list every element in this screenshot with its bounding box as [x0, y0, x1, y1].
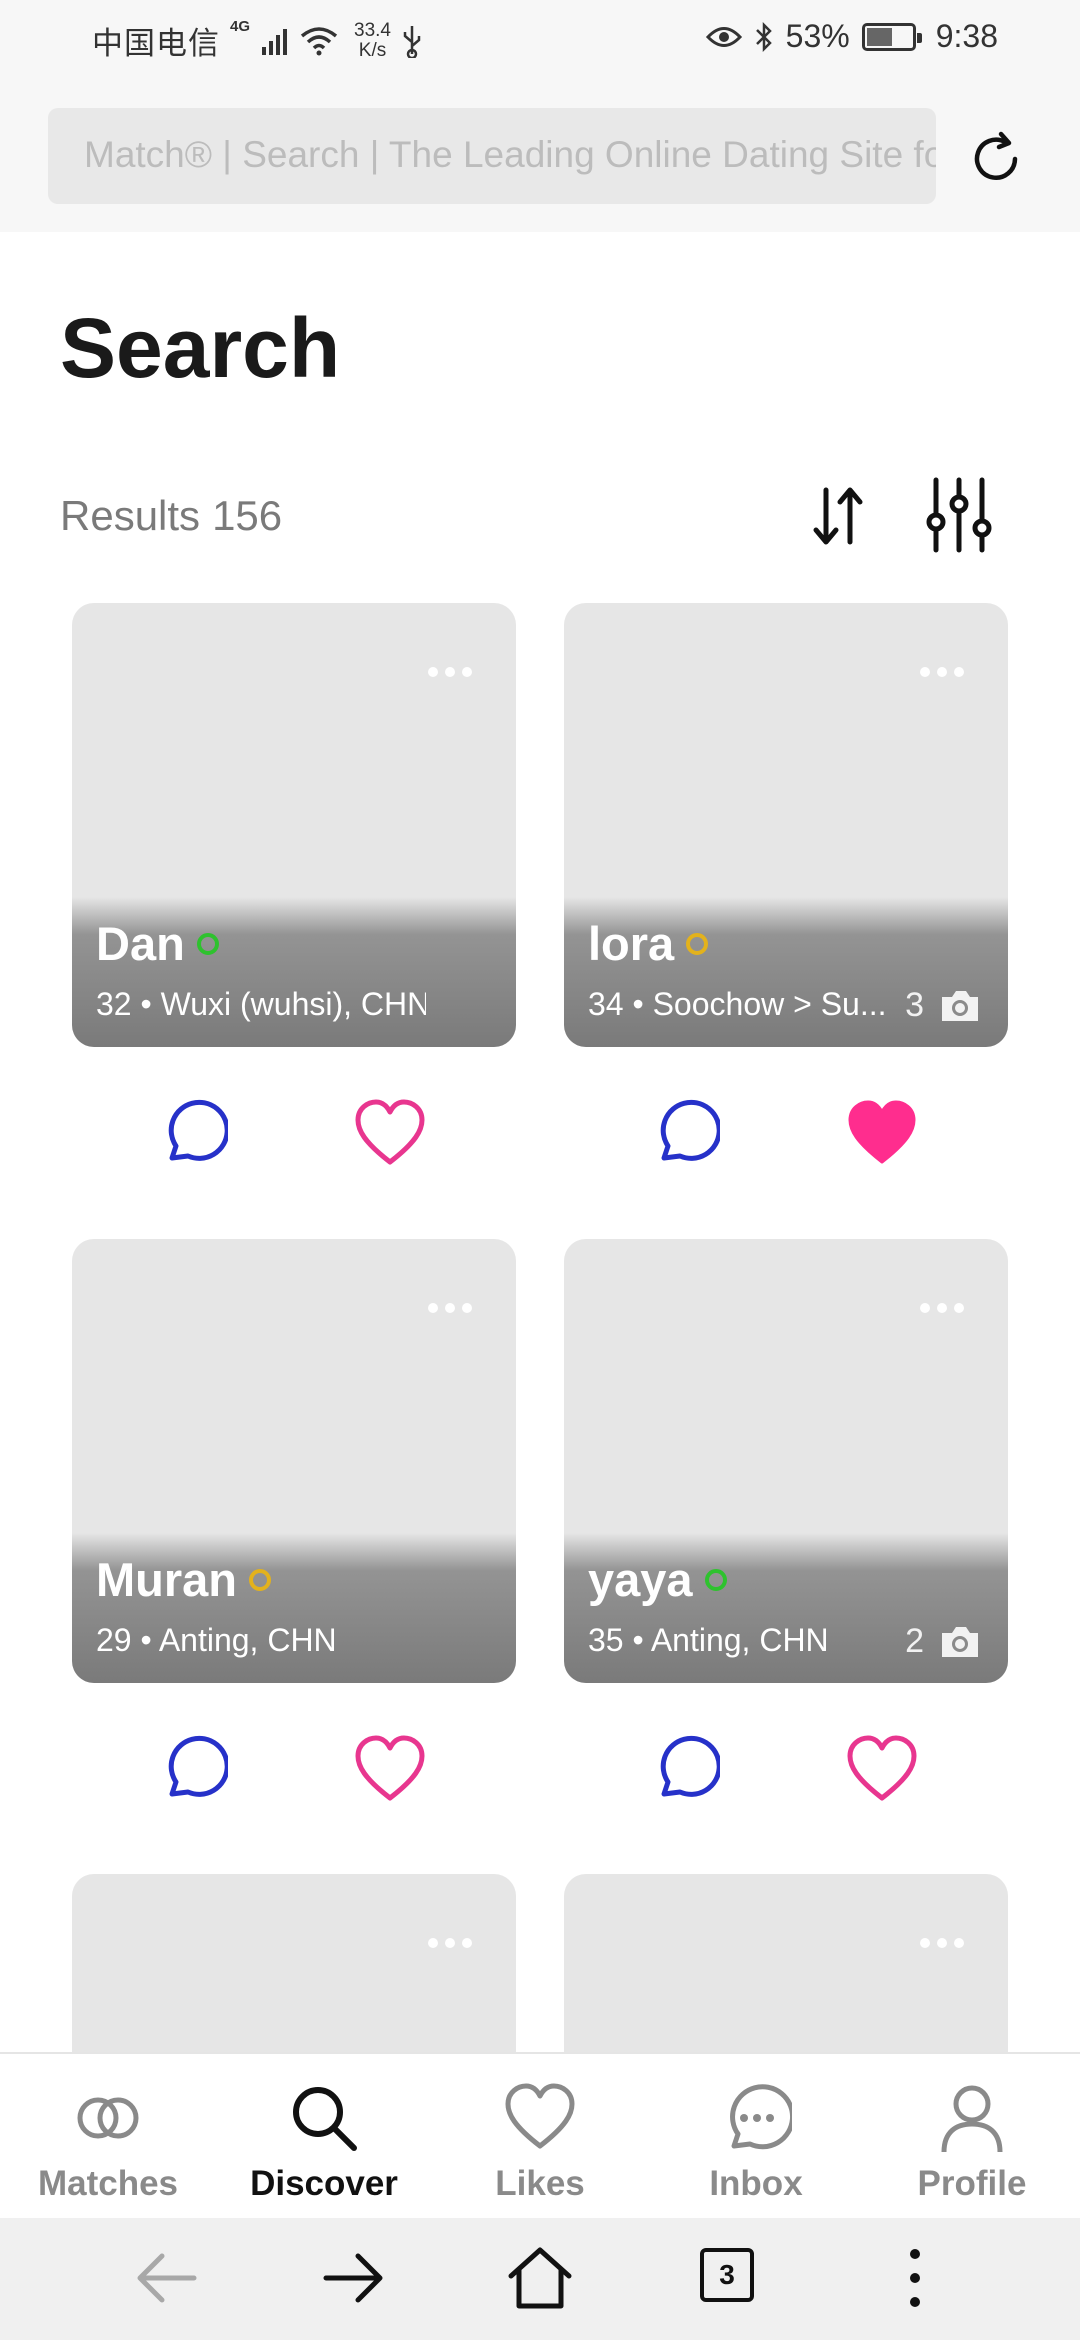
- status-bar: 中国电信 4G 33.4 K/s 53% 9:38: [0, 0, 1080, 84]
- chat-icon[interactable]: [650, 1734, 720, 1804]
- nav-label: Likes: [495, 2164, 585, 2203]
- back-arrow-icon[interactable]: [132, 2246, 202, 2310]
- results-count: Results 156: [60, 492, 294, 540]
- online-status-icon: [196, 932, 219, 955]
- network-speed: 33.4 K/s: [354, 19, 391, 61]
- home-icon[interactable]: [505, 2246, 575, 2310]
- chat-icon[interactable]: [158, 1734, 228, 1804]
- photo-count-number: 2: [905, 1622, 924, 1660]
- more-vert-icon[interactable]: [880, 2246, 950, 2310]
- card-actions-dan: [72, 1076, 516, 1186]
- card-actions-lora: [564, 1076, 1008, 1186]
- more-dots-icon[interactable]: [428, 1303, 472, 1313]
- heart-icon[interactable]: [846, 1734, 918, 1804]
- camera-icon: [942, 1626, 978, 1657]
- profile-card-lora[interactable]: lora 34 • Soochow > Su... 3: [564, 603, 1008, 1047]
- online-status-icon: [704, 1568, 727, 1591]
- profile-info: 34 • Soochow > Su...: [588, 986, 887, 1022]
- sort-icon[interactable]: [812, 480, 868, 552]
- reload-icon[interactable]: [965, 128, 1027, 190]
- nav-inbox[interactable]: Inbox: [648, 2054, 864, 2220]
- address-bar-text: Match® | Search | The Leading Online Dat…: [84, 134, 936, 175]
- nav-likes[interactable]: Likes: [432, 2054, 648, 2220]
- bottom-nav: Matches Discover Likes Inbox Profile: [0, 2052, 1080, 2218]
- nav-label: Matches: [37, 2164, 179, 2203]
- network-type: 4G: [230, 18, 251, 35]
- tabs-icon[interactable]: 3: [700, 2248, 754, 2302]
- nav-discover[interactable]: Discover: [216, 2054, 432, 2220]
- profile-name: lora: [588, 917, 675, 970]
- more-dots-icon[interactable]: [428, 1938, 472, 1948]
- profile-card-dan[interactable]: Dan 32 • Wuxi (wuhsi), CHN: [72, 603, 516, 1047]
- chat-bubble-icon: [730, 2084, 792, 2150]
- wifi-icon: [300, 26, 338, 55]
- usb-icon: [403, 25, 421, 58]
- person-icon: [941, 2085, 1003, 2153]
- photo-count-number: 3: [905, 986, 924, 1024]
- photo-count: 3: [905, 986, 982, 1025]
- nav-matches[interactable]: Matches: [0, 2054, 216, 2220]
- photo-count: 2: [905, 1622, 982, 1661]
- more-dots-icon[interactable]: [920, 1938, 964, 1948]
- eye-icon: [705, 26, 742, 47]
- more-dots-icon[interactable]: [428, 667, 472, 677]
- results-number: 156: [212, 492, 283, 539]
- profile-card-muran[interactable]: Muran 29 • Anting, CHN: [72, 1239, 516, 1683]
- more-dots-icon[interactable]: [920, 667, 964, 677]
- status-left: 中国电信 4G 33.4 K/s: [92, 18, 423, 63]
- nav-label: Inbox: [709, 2164, 803, 2203]
- browser-bottom-bar: 3: [0, 2218, 1080, 2340]
- battery-percent: 53%: [785, 18, 850, 54]
- matches-rings-icon: [77, 2097, 139, 2139]
- profile-info: 29 • Anting, CHN: [96, 1622, 337, 1658]
- heart-icon[interactable]: [354, 1098, 426, 1168]
- search-icon: [293, 2087, 357, 2151]
- heart-icon[interactable]: [354, 1734, 426, 1804]
- profile-name: Dan: [96, 917, 185, 970]
- results-label: Results: [60, 492, 201, 539]
- away-status-icon: [249, 1568, 271, 1591]
- signal-icon: [262, 28, 288, 55]
- profile-card-yaya[interactable]: yaya 35 • Anting, CHN 2: [564, 1239, 1008, 1683]
- camera-icon: [942, 990, 978, 1021]
- profile-name: yaya: [588, 1553, 693, 1606]
- nav-label: Profile: [917, 2164, 1027, 2203]
- status-right: 53% 9:38: [705, 18, 998, 55]
- profile-name: Muran: [96, 1553, 237, 1606]
- profile-name-row: Muran: [96, 1552, 271, 1607]
- forward-arrow-icon[interactable]: [318, 2246, 388, 2310]
- browser-toolbar: Match® | Search | The Leading Online Dat…: [0, 84, 1080, 232]
- heart-icon: [505, 2083, 575, 2149]
- nav-label: Discover: [250, 2164, 398, 2203]
- profile-info: 35 • Anting, CHN: [588, 1622, 829, 1658]
- speed-unit: K/s: [358, 39, 387, 61]
- profile-name-row: yaya: [588, 1552, 727, 1607]
- filter-icon[interactable]: [924, 476, 994, 554]
- battery-icon: [861, 22, 922, 51]
- card-actions-muran: [72, 1712, 516, 1822]
- bluetooth-icon: [755, 21, 772, 52]
- away-status-icon: [686, 932, 709, 955]
- heart-filled-icon[interactable]: [846, 1098, 918, 1168]
- more-dots-icon[interactable]: [920, 1303, 964, 1313]
- nav-profile[interactable]: Profile: [864, 2054, 1080, 2220]
- page-title: Search: [60, 301, 341, 395]
- profile-info: 32 • Wuxi (wuhsi), CHN: [96, 986, 426, 1022]
- speed-value: 33.4: [354, 19, 391, 41]
- address-bar[interactable]: Match® | Search | The Leading Online Dat…: [48, 108, 936, 204]
- clock: 9:38: [935, 18, 998, 54]
- card-actions-yaya: [564, 1712, 1008, 1822]
- profile-name-row: lora: [588, 916, 709, 971]
- profile-name-row: Dan: [96, 916, 219, 971]
- chat-icon[interactable]: [158, 1098, 228, 1168]
- chat-icon[interactable]: [650, 1098, 720, 1168]
- carrier-label: 中国电信: [92, 26, 220, 62]
